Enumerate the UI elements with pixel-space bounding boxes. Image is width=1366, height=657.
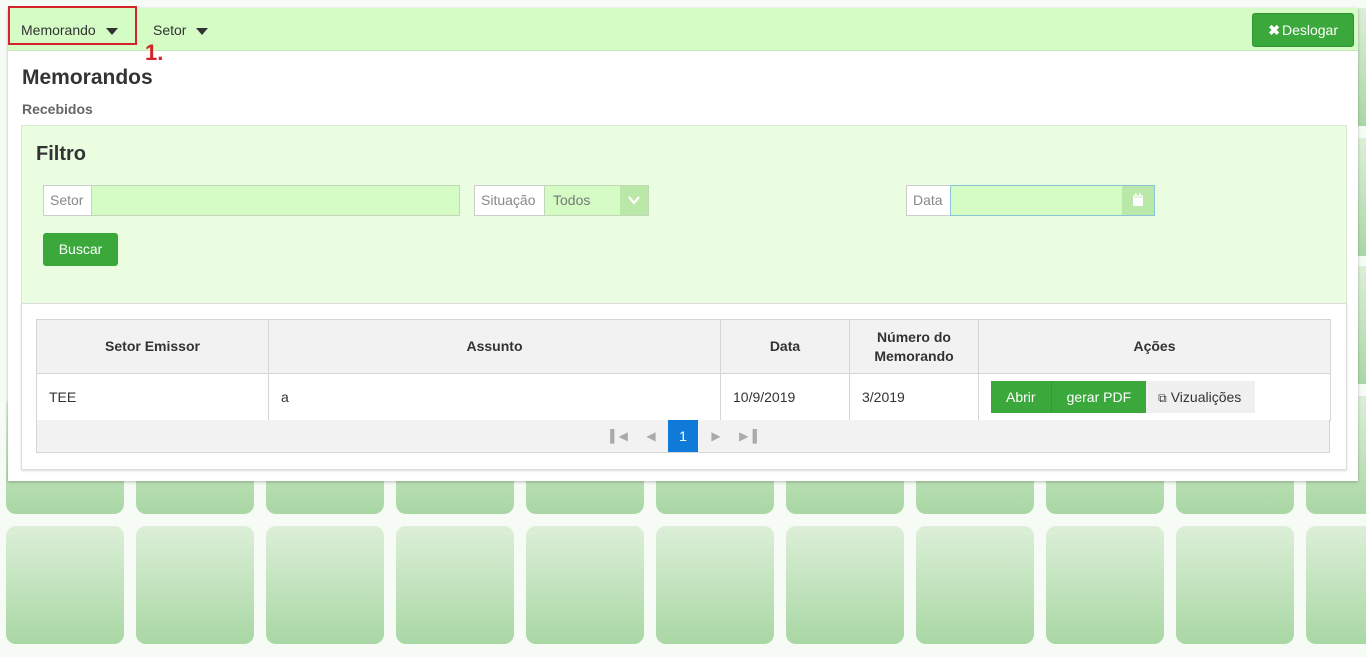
last-page-icon[interactable]: ▶▐ — [738, 420, 758, 452]
background-tile — [396, 526, 514, 644]
situacao-field-label: Situação — [474, 185, 545, 216]
setor-field-label: Setor — [43, 185, 92, 216]
views-button[interactable]: ⧉ Vizualições — [1146, 381, 1256, 413]
background-tile — [656, 526, 774, 644]
filter-panel: Filtro Setor Situação Todos Data Buscar — [21, 125, 1347, 304]
background-tile — [1306, 526, 1366, 644]
main-window: Memorando 1. Setor ✖ Deslogar Memorandos … — [8, 6, 1358, 481]
column-header-data[interactable]: Data — [720, 319, 850, 374]
results-panel: Setor Emissor Assunto Data Número do Mem… — [21, 303, 1347, 470]
table-row: TEE a 10/9/2019 3/2019 Abrir gerar PDF ⧉ Vi… — [36, 373, 1331, 421]
column-header-assunto[interactable]: Assunto — [268, 319, 721, 374]
page-subtitle: Recebidos — [22, 101, 93, 117]
views-label: Vizualições — [1170, 389, 1242, 405]
next-page-icon[interactable]: ▶ — [706, 420, 726, 452]
first-page-icon[interactable]: ▌◀ — [609, 420, 629, 452]
situacao-selected-value: Todos — [553, 192, 591, 208]
background-tile — [916, 526, 1034, 644]
previous-page-icon[interactable]: ◀ — [641, 420, 661, 452]
column-header-acoes: Ações — [978, 319, 1331, 374]
background-tile — [1046, 526, 1164, 644]
top-navbar: Memorando 1. Setor ✖ Deslogar — [8, 6, 1358, 65]
data-input[interactable] — [950, 185, 1155, 216]
setor-input[interactable] — [91, 185, 460, 216]
calendar-icon[interactable] — [1122, 186, 1154, 215]
nav-menu-memorando[interactable]: Memorando — [21, 8, 118, 50]
background-tile — [6, 526, 124, 644]
column-header-numero[interactable]: Número do Memorando — [849, 319, 979, 374]
table-header-row: Setor Emissor Assunto Data Número do Mem… — [36, 319, 1331, 374]
memorandos-table: Setor Emissor Assunto Data Número do Mem… — [36, 319, 1331, 421]
background-tile — [526, 526, 644, 644]
cell-data: 10/9/2019 — [720, 373, 850, 421]
logout-label: Deslogar — [1281, 22, 1338, 38]
pagination: ▌◀ ◀ 1 ▶ ▶▐ — [36, 420, 1330, 453]
background-tile — [266, 526, 384, 644]
data-field-label: Data — [906, 185, 951, 216]
chevron-down-icon[interactable] — [620, 186, 648, 215]
search-button[interactable]: Buscar — [43, 233, 118, 266]
filter-title: Filtro — [36, 143, 86, 165]
caret-down-icon — [196, 27, 209, 35]
caret-down-icon — [105, 27, 118, 35]
column-header-setor-emissor[interactable]: Setor Emissor — [36, 319, 269, 374]
background-tile — [1176, 526, 1294, 644]
cell-acoes: Abrir gerar PDF ⧉ Vizualições — [978, 373, 1331, 421]
external-link-icon: ⧉ — [1158, 391, 1167, 405]
background-tile — [136, 526, 254, 644]
background-tile — [786, 526, 904, 644]
cell-numero: 3/2019 — [849, 373, 979, 421]
situacao-select[interactable]: Todos — [544, 185, 649, 216]
nav-menu-setor[interactable]: Setor — [153, 8, 209, 50]
generate-pdf-button[interactable]: gerar PDF — [1050, 381, 1147, 413]
cell-assunto: a — [268, 373, 721, 421]
page-number-current[interactable]: 1 — [668, 420, 698, 452]
cell-setor-emissor: TEE — [36, 373, 269, 421]
logout-button[interactable]: ✖ Deslogar — [1252, 13, 1354, 47]
nav-memorando-label: Memorando — [21, 22, 96, 38]
open-button[interactable]: Abrir — [991, 381, 1051, 413]
nav-setor-label: Setor — [153, 22, 187, 38]
page-title: Memorandos — [22, 66, 153, 89]
close-icon: ✖ — [1268, 22, 1280, 38]
